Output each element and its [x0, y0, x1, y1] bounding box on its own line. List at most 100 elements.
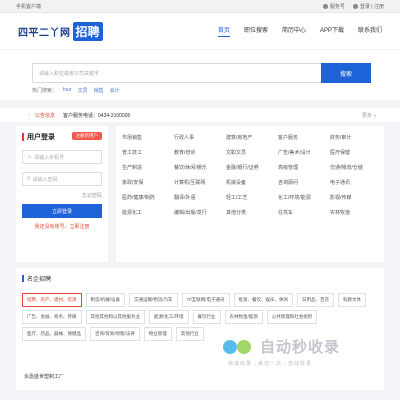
industry-tag[interactable]: 广告、会展、商务、传媒	[22, 310, 82, 324]
industry-tag[interactable]: 物业管理	[143, 327, 172, 341]
category-item[interactable]: 交通/物流/仓储	[330, 160, 378, 175]
login-title-text: 用户登录	[27, 134, 55, 141]
category-item[interactable]: 咨询顾问	[278, 175, 326, 190]
hot-keyword[interactable]: 会计	[110, 87, 120, 94]
category-item[interactable]: 客户服务	[278, 130, 326, 145]
hot-searches: 热门搜索： four 文员 销售 会计	[32, 87, 120, 94]
nav-job-search[interactable]: 职位搜索	[244, 25, 268, 37]
nav-resume-center[interactable]: 简历中心	[282, 25, 306, 37]
username-field[interactable]: ☺ 请输入手机号	[22, 150, 102, 164]
category-item[interactable]: 编辑/出版/发行	[174, 205, 222, 220]
hot-label: 热门搜索：	[32, 88, 58, 94]
top-bar: 手机客户端 服务号 登录 | 注册	[0, 0, 400, 13]
category-item[interactable]: 农林牧渔	[330, 205, 378, 220]
main-content: 用户登录 注册新用户 ☺ 请输入手机号 ⚲ 请输入密码 忘记密码 立即登录 我还…	[0, 126, 400, 262]
category-item[interactable]: 在驾车	[278, 205, 326, 220]
category-item[interactable]: 其他分类	[226, 205, 274, 220]
mobile-client-link[interactable]: 手机客户端	[16, 3, 41, 10]
username-placeholder: 请输入手机号	[34, 154, 65, 161]
industry-tag[interactable]: 交通运输/物流/汽车	[129, 293, 178, 307]
industry-tag[interactable]: 其他其他和以其他服务业	[85, 310, 145, 324]
hot-keyword[interactable]: 文员	[78, 87, 88, 94]
forgot-password-link[interactable]: 忘记密码	[22, 192, 102, 199]
category-item[interactable]: 计算机/互联网	[174, 175, 222, 190]
title-accent	[22, 275, 24, 282]
login-panel: 用户登录 注册新用户 ☺ 请输入手机号 ⚲ 请输入密码 忘记密码 立即登录 我还…	[16, 126, 108, 262]
search-input[interactable]: 请输入职位或者公司关键字	[32, 63, 332, 83]
category-item[interactable]: 能源化工	[122, 205, 170, 220]
famous-title-text: 名企招聘	[27, 277, 52, 283]
notice-more-link[interactable]: 更多 »	[362, 112, 376, 119]
category-item[interactable]: 医疗保健	[330, 145, 378, 160]
industry-tag[interactable]: 农林牧渔/能源	[224, 310, 263, 324]
hot-keyword[interactable]: 销售	[94, 87, 104, 94]
notice-label-text: 公告信息	[35, 112, 56, 119]
industry-tag[interactable]: 医疗、药品、器械、保健品	[22, 327, 86, 341]
industry-tag[interactable]: 咨询/贸易/财税/法律	[90, 327, 140, 341]
watermark-logo-icon	[223, 339, 251, 354]
user-icon	[352, 3, 358, 9]
search-button[interactable]: 搜索	[321, 63, 371, 83]
category-item[interactable]: 高级管理	[278, 160, 326, 175]
search-section: 请输入职位或者公司关键字 搜索 热门搜索： four 文员 销售 会计	[0, 50, 400, 100]
category-item[interactable]: 行政人事	[174, 130, 222, 145]
industry-tags: 招聘、房产、建材、装潢 制造/机械/设备 交通运输/物流/汽车 IT/互联网/电子通讯…	[22, 293, 378, 341]
famous-companies: 名企招聘 招聘、房产、建材、装潢 制造/机械/设备 交通运输/物流/汽车 IT/互联网…	[16, 268, 384, 390]
industry-tag[interactable]: 制造/机械/设备	[85, 293, 125, 307]
industry-tag[interactable]: 公共管理和社会组织	[266, 310, 318, 324]
lock-icon: ⚲	[27, 176, 31, 182]
main-nav: 首页 职位搜索 简历中心 APP下载 联系我们	[217, 25, 382, 37]
job-categories: 市场销售 行政人事 建筑/房地产 客户服务 财务/审计普工技工 教育/培训 文职文员 广告/美…	[116, 126, 384, 262]
register-link[interactable]: 我还没有账号，立即注册	[22, 223, 102, 230]
site-logo[interactable]: 四平二丫网 招聘	[18, 21, 103, 41]
category-item[interactable]: 金融/银行/证券	[226, 160, 274, 175]
category-item[interactable]: 市场销售	[122, 130, 170, 145]
login-register-link[interactable]: 登录 | 注册	[352, 3, 384, 10]
login-register-label: 登录 | 注册	[359, 3, 384, 10]
industry-tag[interactable]: 科教文体	[338, 293, 366, 307]
category-item[interactable]: 化工/环境/能源	[278, 190, 326, 205]
watermark-text: 自动秒收录	[260, 339, 341, 356]
famous-title: 名企招聘	[22, 274, 378, 283]
category-item[interactable]: 教育/培训	[174, 145, 222, 160]
category-item[interactable]: 影视/传媒	[330, 190, 378, 205]
industry-tag[interactable]: 其他行业	[175, 327, 204, 341]
nav-app-download[interactable]: APP下载	[320, 25, 344, 37]
nav-home[interactable]: 首页	[217, 25, 230, 37]
category-item[interactable]: 电子通讯	[330, 175, 378, 190]
password-placeholder: 请输入密码	[32, 176, 58, 183]
industry-tag[interactable]: 批发、餐饮、娱乐、休闲	[233, 293, 293, 307]
register-button[interactable]: 注册新用户	[71, 132, 102, 140]
category-item[interactable]: 建筑/房地产	[226, 130, 274, 145]
category-item[interactable]: 家政/安保	[122, 175, 170, 190]
notice-text[interactable]: 客户服务电话：0434-3100005	[63, 112, 130, 119]
category-item[interactable]: 轻工/工艺	[226, 190, 274, 205]
company-name[interactable]: 永嘉盛世塑制工厂	[24, 373, 64, 380]
login-button[interactable]: 立即登录	[22, 204, 102, 218]
watermark: 自动秒收录	[222, 336, 340, 357]
speaker-icon: ♩	[28, 112, 33, 118]
category-item[interactable]: 广告/美术/设计	[278, 145, 326, 160]
industry-tag[interactable]: 招聘、房产、建材、装潢	[22, 293, 82, 307]
industry-tag[interactable]: 能源/化工/环境	[149, 310, 189, 324]
category-item[interactable]: 机械设备	[226, 175, 274, 190]
category-item[interactable]: 餐饮/休闲/娱乐	[174, 160, 222, 175]
category-item[interactable]: 财务/审计	[330, 130, 378, 145]
industry-tag[interactable]: IT/互联网/电子通讯	[181, 293, 230, 307]
category-item[interactable]: 文职文员	[226, 145, 274, 160]
industry-tag[interactable]: 日用品、百货	[297, 293, 334, 307]
notice-bar: ♩ 公告信息 客户服务电话：0434-3100005 更多 »	[0, 108, 400, 122]
category-item[interactable]: 翻译/外语	[174, 190, 222, 205]
notice-label: ♩ 公告信息	[28, 112, 55, 119]
service-account-link[interactable]: 服务号	[322, 3, 345, 10]
wechat-icon	[322, 3, 328, 9]
category-item[interactable]: 生产制造	[122, 160, 170, 175]
industry-tag[interactable]: 餐饮行业	[192, 310, 221, 324]
category-item[interactable]: 普工技工	[122, 145, 170, 160]
hot-keyword[interactable]: four	[63, 87, 72, 94]
service-label: 服务号	[329, 3, 345, 10]
user-icon: ☺	[27, 154, 33, 160]
password-field[interactable]: ⚲ 请输入密码	[22, 172, 102, 186]
category-item[interactable]: 医药/健康/制药	[122, 190, 170, 205]
nav-contact-us[interactable]: 联系我们	[358, 25, 382, 37]
